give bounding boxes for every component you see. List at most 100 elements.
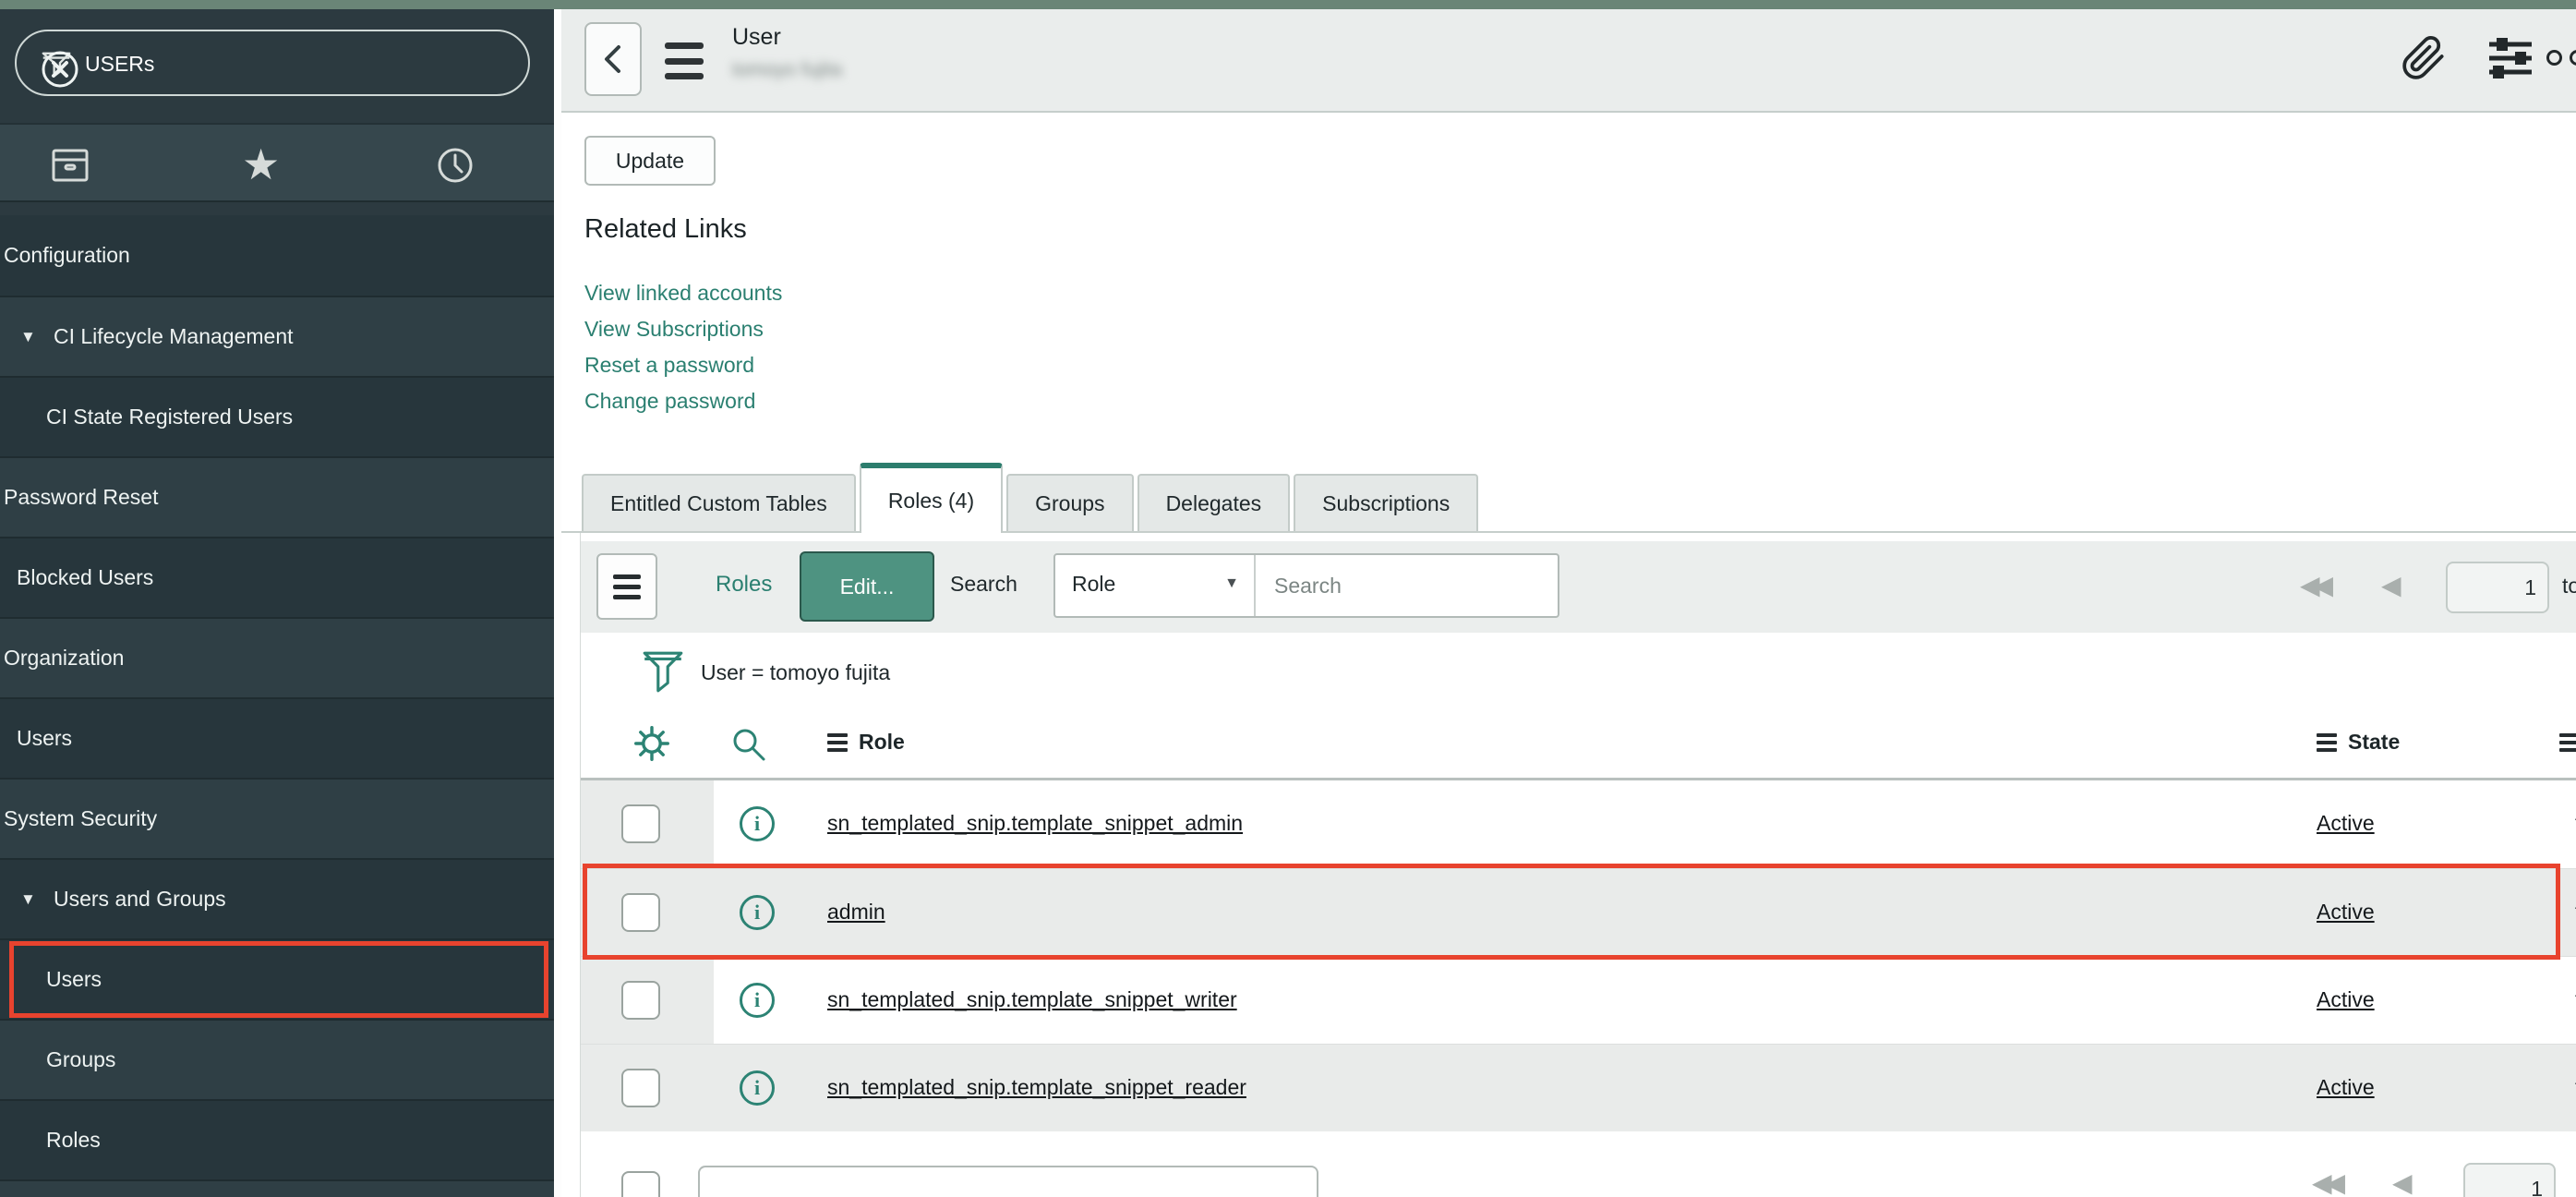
role-link[interactable]: admin <box>827 900 885 925</box>
sidebar-item-label: System Security <box>4 806 157 831</box>
collapse-triangle-icon[interactable]: ▼ <box>20 890 36 909</box>
sidebar-scrollbar[interactable] <box>554 9 561 1197</box>
sidebar-item-users-and-groups[interactable]: ▼ Users and Groups <box>0 858 554 938</box>
previous-page-icon[interactable]: ◀ <box>2392 1170 2413 1196</box>
tab-roles[interactable]: Roles (4) <box>860 463 1003 533</box>
column-header-row: Role State Inherited Inheritance Count <box>581 706 2576 780</box>
previous-page-icon[interactable]: ◀ <box>2381 573 2401 598</box>
state-link[interactable]: Active <box>2317 900 2375 925</box>
sliders-icon[interactable] <box>2487 33 2534 83</box>
search-field-value: Role <box>1072 572 1115 597</box>
list-filter-funnel-icon[interactable] <box>640 647 686 698</box>
record-menu-icon[interactable] <box>665 42 705 79</box>
info-icon[interactable]: i <box>740 983 775 1018</box>
sidebar-item-ci-state-registered-users[interactable]: CI State Registered Users <box>0 376 554 456</box>
sidebar-item-label: CI State Registered Users <box>46 405 293 429</box>
all-applications-icon[interactable] <box>48 143 92 187</box>
column-header-inherited[interactable]: Inherited <box>2559 730 2576 755</box>
pagination-suffix: to <box>2562 574 2576 598</box>
more-circles-icon[interactable] <box>2546 50 2576 66</box>
sidebar-item-partial <box>0 1179 554 1197</box>
collapse-triangle-icon[interactable]: ▼ <box>20 328 36 346</box>
breadcrumb-filter-text[interactable]: User = tomoyo fujita <box>701 660 890 685</box>
first-page-icon[interactable]: ◀◀ <box>2312 1170 2339 1196</box>
sidebar-item-password-reset[interactable]: Password Reset <box>0 456 554 537</box>
tab-subscriptions[interactable]: Subscriptions <box>1294 474 1478 531</box>
record-title: User <box>732 24 781 51</box>
info-icon[interactable]: i <box>740 806 775 841</box>
row-checkbox[interactable] <box>621 981 660 1020</box>
sidebar-item-label: Users and Groups <box>54 887 226 912</box>
search-input[interactable] <box>1258 555 1558 616</box>
back-chevron-icon <box>597 41 629 78</box>
column-menu-icon[interactable] <box>2559 733 2576 752</box>
link-view-subscriptions[interactable]: View Subscriptions <box>584 311 782 347</box>
sidebar-item-roles[interactable]: Roles <box>0 1099 554 1179</box>
actions-select[interactable]: Actions on selected rows... <box>698 1166 1318 1197</box>
select-all-checkbox[interactable] <box>621 1171 660 1197</box>
tab-entitled-custom-tables[interactable]: Entitled Custom Tables <box>582 474 856 531</box>
navigator-filter-input[interactable] <box>85 46 436 81</box>
clear-filter-icon[interactable] <box>39 48 81 91</box>
related-links-title: Related Links <box>584 214 747 245</box>
info-icon[interactable]: i <box>740 1070 775 1106</box>
page-number-input[interactable] <box>2463 1163 2556 1197</box>
paperclip-icon[interactable] <box>2401 33 2447 83</box>
search-field-select[interactable]: Role ▼ <box>1055 555 1256 616</box>
row-checkbox[interactable] <box>621 893 660 932</box>
back-button[interactable] <box>584 22 642 96</box>
sidebar-item-system-security[interactable]: System Security <box>0 778 554 858</box>
column-menu-icon[interactable] <box>2317 733 2337 752</box>
search-label: Search <box>950 572 1017 597</box>
sidebar-item-ci-lifecycle-management[interactable]: ▼ CI Lifecycle Management <box>0 296 554 376</box>
application-nav-list: Configuration ▼ CI Lifecycle Management C… <box>0 215 554 1197</box>
row-checkbox[interactable] <box>621 804 660 843</box>
row-checkbox[interactable] <box>621 1069 660 1107</box>
sidebar-item-label: CI Lifecycle Management <box>54 324 294 349</box>
sidebar-item-configuration[interactable]: Configuration <box>0 215 554 296</box>
table-row: i sn_templated_snip.template_snippet_rea… <box>581 1044 2576 1131</box>
favorites-star-icon[interactable]: ★ <box>242 143 280 186</box>
state-link[interactable]: Active <box>2317 987 2375 1012</box>
sidebar-item-label: Roles <box>46 1128 101 1153</box>
list-title-link[interactable]: Roles <box>716 572 772 598</box>
sidebar-item-users-highlighted[interactable]: Users <box>0 938 554 1019</box>
sidebar-item-blocked-users[interactable]: Blocked Users <box>0 537 554 617</box>
sidebar-item-organization[interactable]: Organization <box>0 617 554 697</box>
link-view-linked-accounts[interactable]: View linked accounts <box>584 275 782 311</box>
tab-delegates[interactable]: Delegates <box>1138 474 1291 531</box>
column-menu-icon[interactable] <box>827 733 848 752</box>
state-link[interactable]: Active <box>2317 811 2375 836</box>
role-link[interactable]: sn_templated_snip.template_snippet_admin <box>827 811 1243 836</box>
record-subtitle: tomoyo fujita <box>732 59 842 81</box>
history-clock-icon[interactable] <box>433 143 477 187</box>
sidebar-item-label: Users <box>46 967 102 992</box>
roles-related-list: Roles Edit... Search Role ▼ ◀◀ ◀ to User… <box>580 533 2576 1197</box>
column-header-role[interactable]: Role <box>827 730 905 755</box>
edit-button[interactable]: Edit... <box>800 551 934 622</box>
sidebar-item-groups[interactable]: Groups <box>0 1019 554 1099</box>
page-number-input[interactable] <box>2446 562 2549 613</box>
role-link[interactable]: sn_templated_snip.template_snippet_reade… <box>827 1075 1246 1100</box>
link-reset-a-password[interactable]: Reset a password <box>584 347 782 383</box>
tab-groups[interactable]: Groups <box>1006 474 1133 531</box>
navigation-sidebar: ★ Configuration ▼ CI Lifecycle Management… <box>0 9 554 1197</box>
navigator-filter[interactable] <box>15 30 530 96</box>
search-icon[interactable] <box>728 724 769 765</box>
list-menu-button[interactable] <box>596 553 657 620</box>
column-header-state[interactable]: State <box>2317 730 2400 755</box>
record-content: User tomoyo fujita Update Related Links … <box>561 9 2576 1197</box>
list-filter-row: User = tomoyo fujita <box>581 641 2576 706</box>
column-label: Role <box>859 730 905 755</box>
first-page-icon[interactable]: ◀◀ <box>2300 573 2327 598</box>
info-icon[interactable]: i <box>740 895 775 930</box>
chevron-down-icon: ▼ <box>1224 575 1239 592</box>
sidebar-item-label: Groups <box>46 1047 115 1072</box>
state-link[interactable]: Active <box>2317 1075 2375 1100</box>
gear-icon[interactable] <box>631 722 673 765</box>
table-row: i sn_templated_snip.template_snippet_wri… <box>581 956 2576 1044</box>
role-link[interactable]: sn_templated_snip.template_snippet_write… <box>827 987 1237 1012</box>
sidebar-item-users[interactable]: Users <box>0 697 554 778</box>
link-change-password[interactable]: Change password <box>584 383 782 419</box>
update-button[interactable]: Update <box>584 136 716 186</box>
